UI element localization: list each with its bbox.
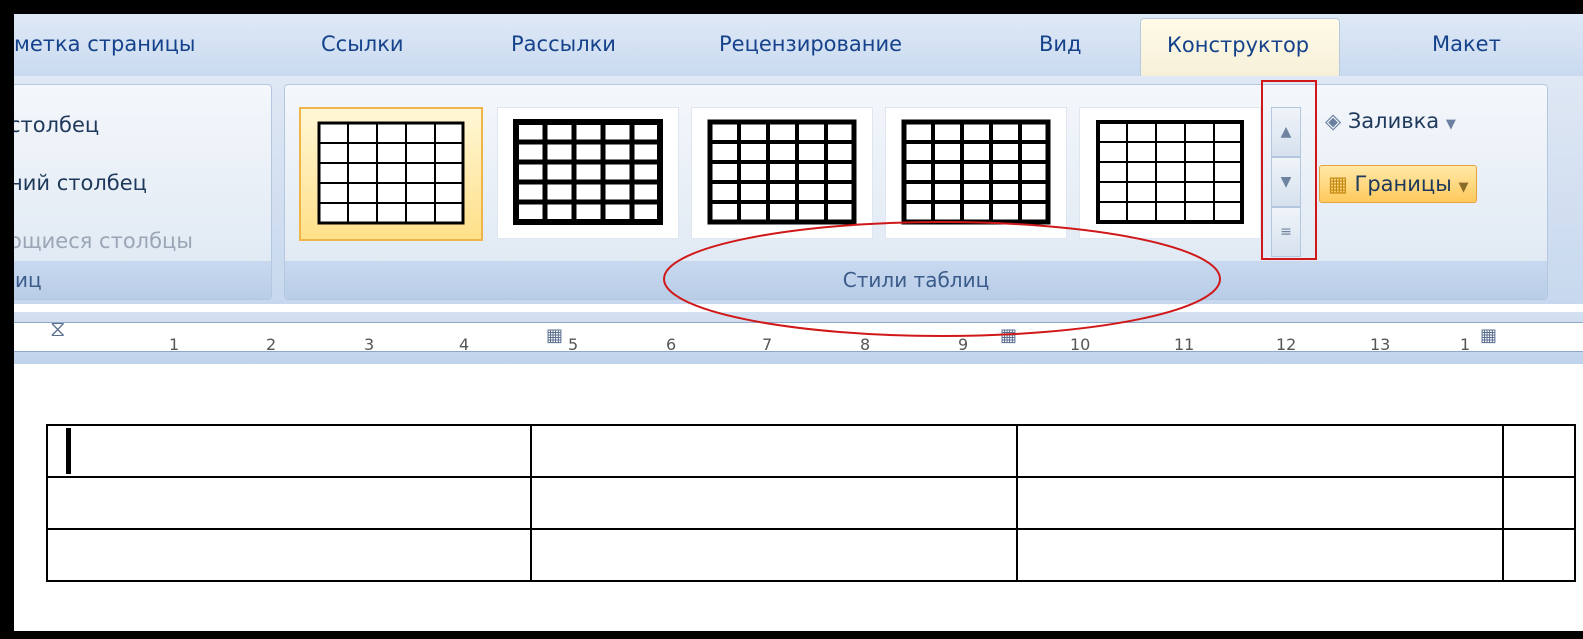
word-window: метка страницы Ссылки Рассылки Рецензиро… bbox=[14, 14, 1583, 631]
annotation-ellipse bbox=[663, 221, 1221, 337]
